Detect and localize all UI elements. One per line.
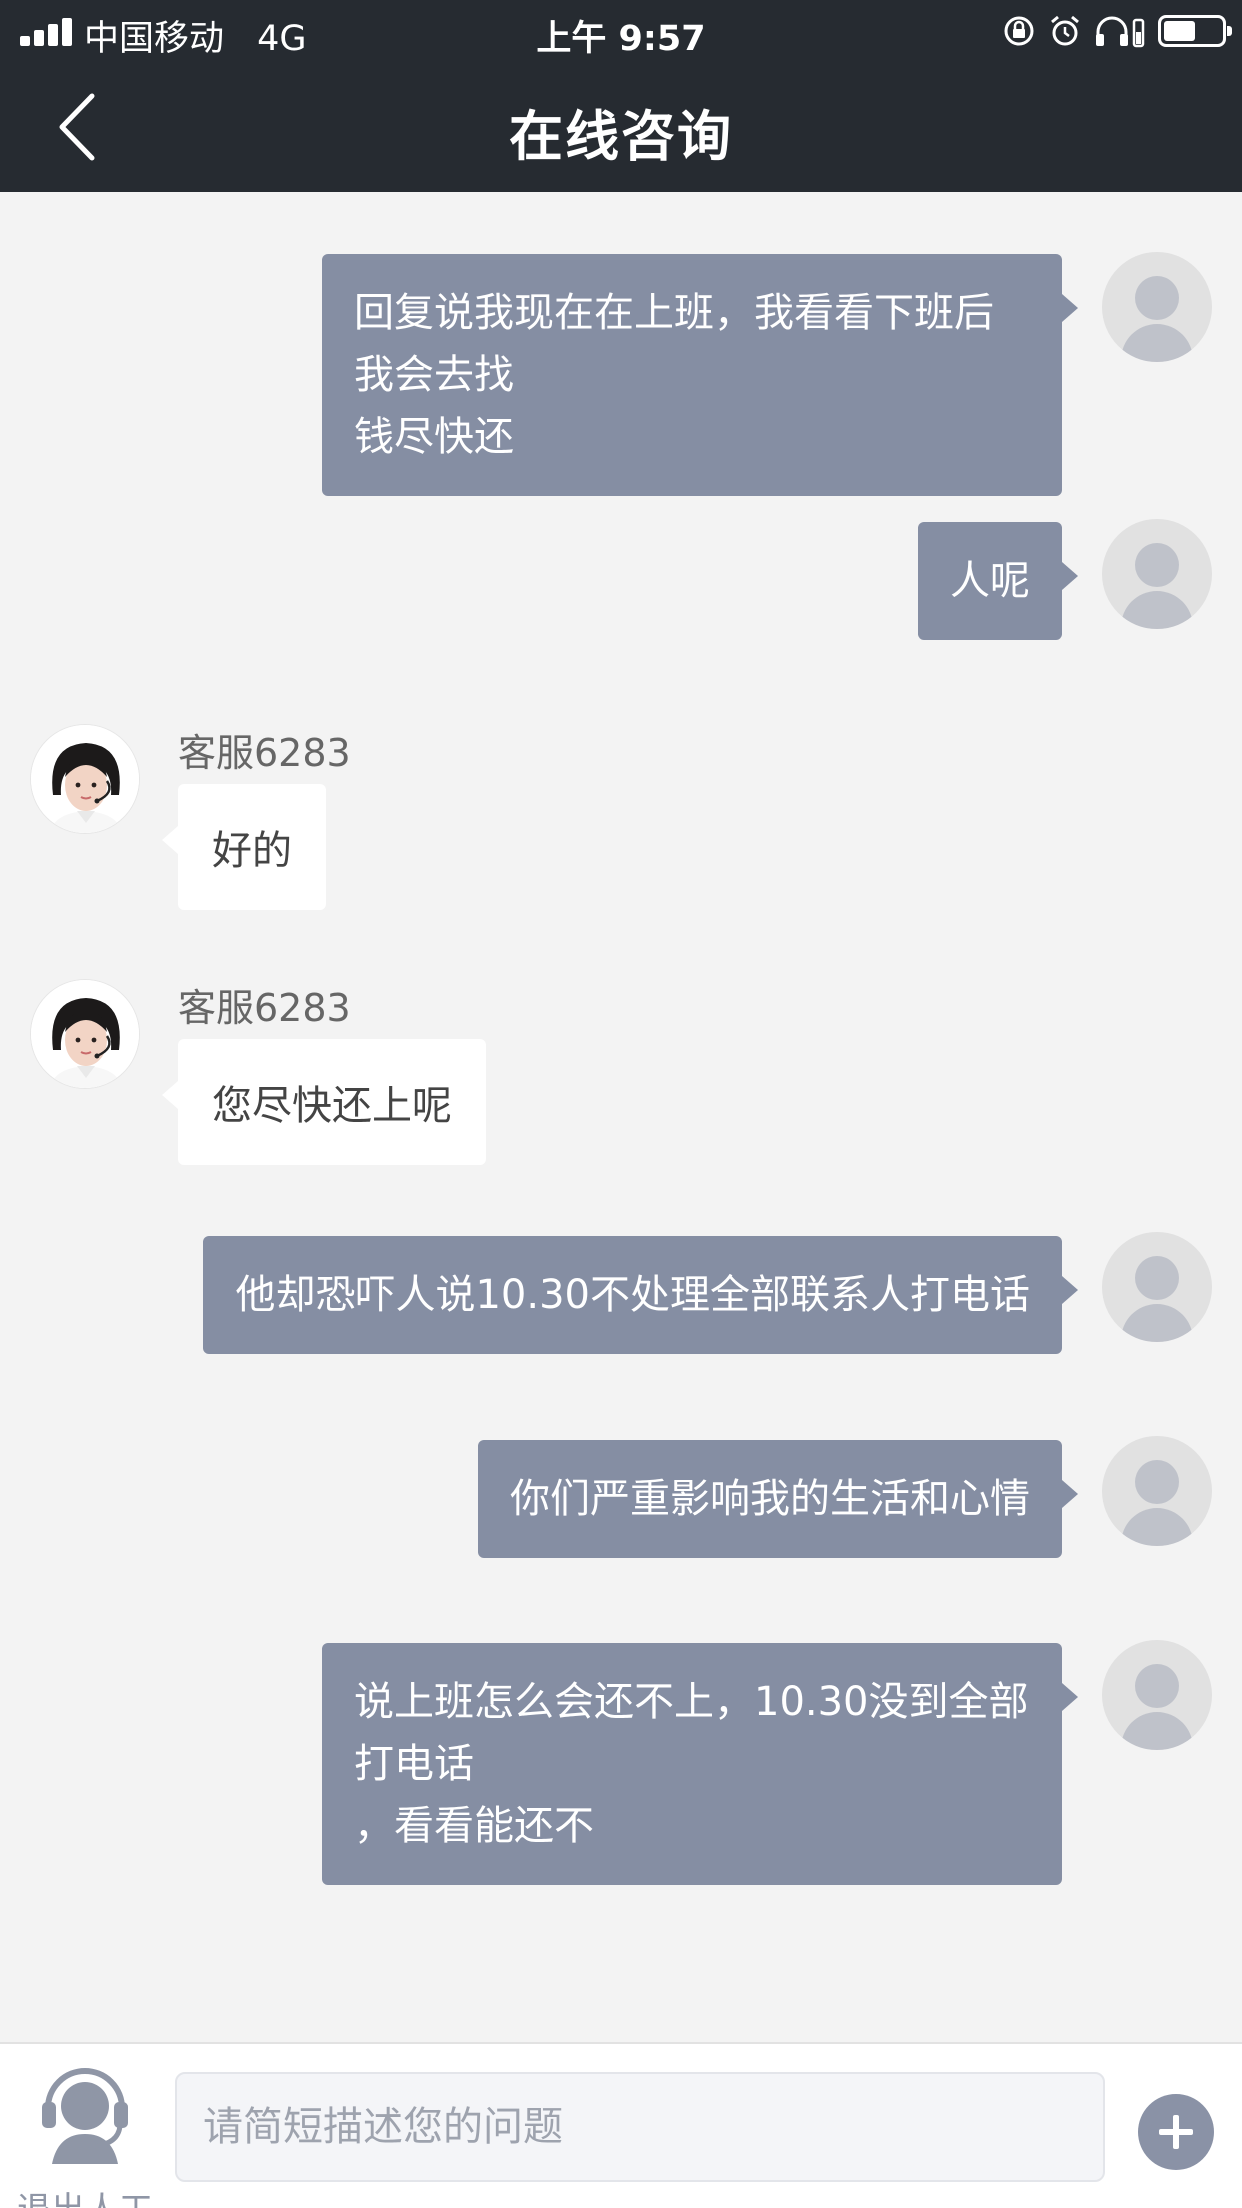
user-message-bubble[interactable]: 你们严重影响我的生活和心情 (478, 1440, 1078, 1558)
agent-avatar-image (31, 980, 139, 1088)
agent-name: 客服6283 (178, 731, 351, 775)
page-title: 在线咨询 (509, 105, 733, 168)
agent-name: 客服6283 (178, 986, 351, 1030)
add-button[interactable] (1138, 2094, 1214, 2170)
chat-messages[interactable]: 回复说我现在在上班，我看看下班后我会去找 钱尽快还 人呢 客服6283 好的 客… (0, 192, 1242, 2042)
nav-bar: 在线咨询 (0, 62, 1242, 192)
headphones-icon (1096, 16, 1145, 48)
user-message-bubble[interactable]: 他却恐吓人说10.30不处理全部联系人打电话 (203, 1236, 1078, 1354)
input-bar: 退出人工 (0, 2042, 1242, 2208)
user-avatar[interactable] (1102, 1436, 1212, 1546)
battery-level (1164, 21, 1195, 41)
battery-icon (1158, 15, 1232, 47)
status-icons (1002, 12, 1232, 50)
exit-human-service-label: 退出人工 (10, 2182, 160, 2208)
user-message-bubble[interactable]: 说上班怎么会还不上，10.30没到全部打电话 ，看看能还不 (322, 1643, 1078, 1885)
user-avatar[interactable] (1102, 519, 1212, 629)
orientation-lock-icon (1004, 16, 1034, 46)
message-input[interactable] (175, 2072, 1105, 2182)
agent-message-bubble[interactable]: 您尽快还上呢 (162, 1039, 486, 1165)
user-avatar[interactable] (1102, 1640, 1212, 1750)
exit-human-service-button[interactable]: 退出人工 (10, 2064, 160, 2208)
user-message-bubble[interactable]: 人呢 (918, 522, 1078, 640)
user-message-bubble[interactable]: 回复说我现在在上班，我看看下班后我会去找 钱尽快还 (322, 254, 1078, 496)
alarm-icon (1051, 15, 1079, 46)
agent-avatar[interactable] (30, 979, 140, 1089)
user-avatar[interactable] (1102, 252, 1212, 362)
agent-avatar[interactable] (30, 724, 140, 834)
user-avatar[interactable] (1102, 1232, 1212, 1342)
agent-avatar-image (31, 725, 139, 833)
customer-service-headset-icon (42, 2068, 128, 2164)
status-bar: 中国移动 4G 上午 9:57 (0, 0, 1242, 62)
agent-message-bubble[interactable]: 好的 (162, 784, 326, 910)
